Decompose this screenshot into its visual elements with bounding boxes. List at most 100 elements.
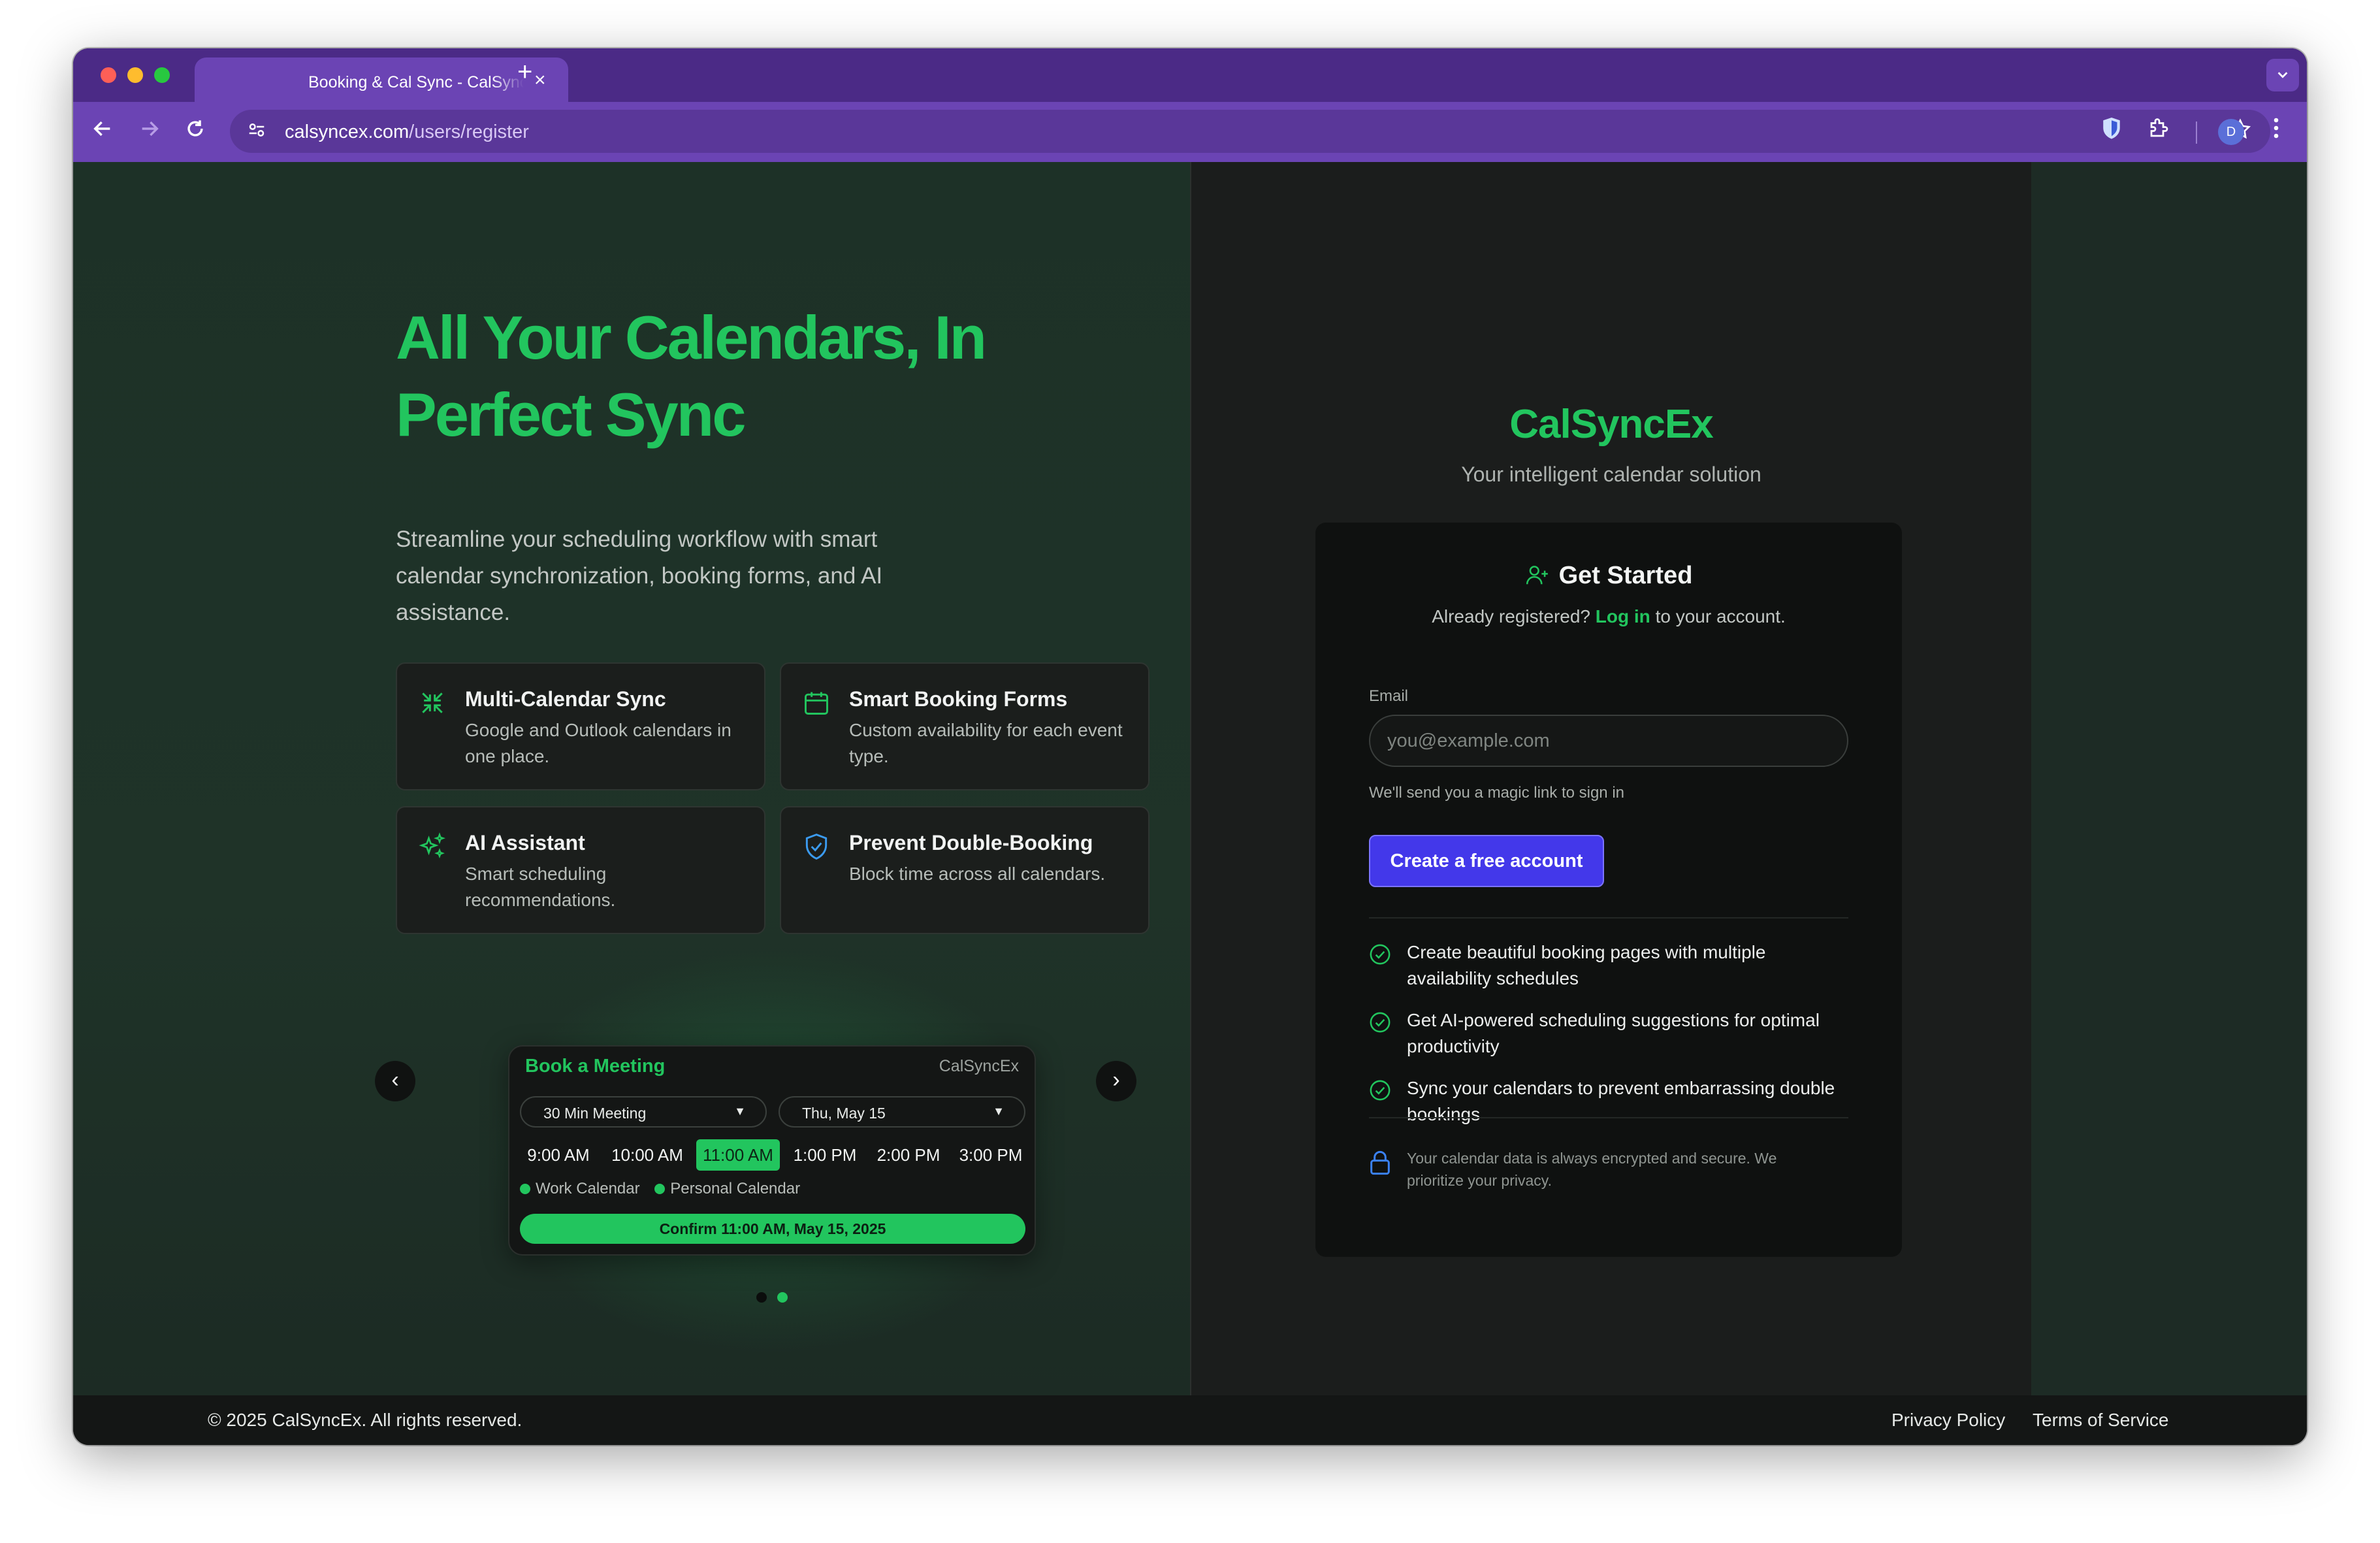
caret-down-icon: ▼ <box>993 1105 1005 1118</box>
feature-desc: Block time across all calendars. <box>849 864 1106 884</box>
time-slot[interactable]: 3:00 PM <box>952 1139 1029 1171</box>
close-window-button[interactable] <box>101 67 116 83</box>
check-circle-icon <box>1370 1080 1391 1101</box>
toolbar-divider <box>2196 122 2197 144</box>
tab-close-icon[interactable]: × <box>534 69 546 91</box>
legend-work-calendar: Work Calendar <box>536 1180 640 1197</box>
check-circle-icon <box>1370 944 1391 965</box>
feature-desc: Google and Outlook calendars in one plac… <box>465 720 732 766</box>
browser-tab[interactable]: Booking & Cal Sync - CalSyncEx × <box>195 57 568 102</box>
lock-icon <box>1370 1150 1390 1175</box>
terms-of-service-link[interactable]: Terms of Service <box>2033 1410 2169 1431</box>
legend-personal-calendar: Personal Calendar <box>670 1180 801 1197</box>
email-label: Email <box>1369 687 1409 705</box>
url-text: calsyncex.com/users/register <box>285 122 529 143</box>
feature-desc: Custom availability for each event type. <box>849 720 1123 766</box>
email-input[interactable] <box>1369 715 1848 767</box>
feature-title: Smart Booking Forms <box>849 687 1068 711</box>
hero-subtitle: Streamline your scheduling workflow with… <box>396 527 883 625</box>
time-slot-selected[interactable]: 11:00 AM <box>696 1139 780 1171</box>
carousel-next-button[interactable]: › <box>1096 1061 1136 1101</box>
carousel-dot-active[interactable] <box>777 1292 788 1303</box>
page-content: All Your Calendars, In Perfect Sync Stre… <box>73 162 2307 1445</box>
date-select[interactable]: Thu, May 15 ▼ <box>779 1096 1025 1128</box>
carousel-dot[interactable] <box>756 1292 767 1303</box>
maximize-window-button[interactable] <box>154 67 170 83</box>
widget-header: Book a Meeting CalSyncEx <box>509 1047 1035 1086</box>
check-circle-icon <box>1370 1012 1391 1033</box>
address-bar[interactable]: calsyncex.com/users/register <box>230 110 2270 153</box>
create-account-button[interactable]: Create a free account <box>1369 835 1604 887</box>
legend-dot <box>654 1184 666 1194</box>
reload-icon <box>187 120 203 137</box>
date-value: Thu, May 15 <box>802 1105 886 1122</box>
sparkles-icon <box>419 832 445 858</box>
carousel-prev-button[interactable]: ‹ <box>375 1061 415 1101</box>
chevron-down-icon <box>2277 72 2288 78</box>
more-menu-icon[interactable] <box>2272 116 2281 144</box>
meeting-type-select[interactable]: 30 Min Meeting ▼ <box>520 1096 767 1128</box>
booking-preview-widget: Book a Meeting CalSyncEx 30 Min Meeting … <box>508 1045 1036 1256</box>
time-slot[interactable]: 10:00 AM <box>603 1139 691 1171</box>
calendar-legend: Work Calendar Personal Calendar <box>520 1180 800 1198</box>
forward-button[interactable] <box>138 118 161 144</box>
legend-dot <box>520 1184 530 1194</box>
time-slot[interactable]: 9:00 AM <box>520 1139 597 1171</box>
feature-card-smart-booking-forms: Smart Booking Forms Custom availability … <box>780 662 1150 790</box>
user-plus-icon <box>1526 566 1548 585</box>
get-started-heading: Get Started <box>1558 562 1693 589</box>
caret-down-icon: ▼ <box>734 1105 746 1118</box>
meeting-type-value: 30 Min Meeting <box>543 1105 647 1122</box>
register-section: CalSyncEx Your intelligent calendar solu… <box>1191 162 2031 1395</box>
email-help-text: We'll send you a magic link to sign in <box>1369 784 1624 802</box>
copyright-text: © 2025 CalSyncEx. All rights reserved. <box>208 1410 523 1430</box>
card-divider <box>1369 1117 1848 1118</box>
calendar-icon <box>805 692 828 715</box>
feature-title: Multi-Calendar Sync <box>465 687 666 711</box>
login-prompt-suffix: to your account. <box>1655 606 1786 626</box>
new-tab-button[interactable]: + <box>517 59 532 85</box>
site-settings-icon[interactable] <box>247 120 266 144</box>
browser-toolbar: calsyncex.com/users/register D <box>73 102 2307 162</box>
tab-search-button[interactable] <box>2266 59 2299 91</box>
feature-card-multi-calendar-sync: Multi-Calendar Sync Google and Outlook c… <box>396 662 765 790</box>
minimize-window-button[interactable] <box>127 67 143 83</box>
browser-window: Booking & Cal Sync - CalSyncEx × + calsy… <box>73 48 2307 1445</box>
extensions-puzzle-icon[interactable] <box>2147 116 2171 144</box>
brand-logo-text: CalSyncEx <box>1509 402 1714 447</box>
arrow-left-icon <box>93 121 110 137</box>
security-note-text: Your calendar data is always encrypted a… <box>1407 1150 1777 1189</box>
privacy-policy-link[interactable]: Privacy Policy <box>1891 1410 2005 1431</box>
collapse-arrows-icon <box>422 692 443 713</box>
back-button[interactable] <box>91 118 114 144</box>
login-link[interactable]: Log in <box>1596 606 1650 626</box>
login-prompt: Already registered? Log in to your accou… <box>1315 606 1902 627</box>
profile-avatar[interactable]: D <box>2218 119 2244 145</box>
feature-title: Prevent Double-Booking <box>849 831 1093 854</box>
url-domain: calsyncex.com <box>285 122 410 142</box>
hero-title: All Your Calendars, In Perfect Sync <box>396 303 987 449</box>
feature-card-prevent-double-booking: Prevent Double-Booking Block time across… <box>780 806 1150 934</box>
arrow-right-icon <box>142 121 159 137</box>
time-slot[interactable]: 1:00 PM <box>786 1139 863 1171</box>
login-prompt-prefix: Already registered? <box>1432 606 1591 626</box>
feature-title: AI Assistant <box>465 831 585 854</box>
reload-button[interactable] <box>184 118 206 144</box>
feature-card-ai-assistant: AI Assistant Smart scheduling recommenda… <box>396 806 765 934</box>
confirm-booking-button[interactable]: Confirm 11:00 AM, May 15, 2025 <box>520 1214 1025 1244</box>
bitwarden-shield-icon[interactable] <box>2100 116 2123 145</box>
shield-check-icon <box>805 834 828 860</box>
widget-brand: CalSyncEx <box>939 1057 1019 1075</box>
hero-section: All Your Calendars, In Perfect Sync Stre… <box>73 162 1190 1395</box>
benefit-text: Sync your calendars to prevent embarrass… <box>1407 1078 1835 1124</box>
time-slot[interactable]: 2:00 PM <box>870 1139 947 1171</box>
register-card-title: Get Started <box>1315 562 1902 590</box>
tab-bar: Booking & Cal Sync - CalSyncEx × + <box>73 48 2307 102</box>
benefit-text: Create beautiful booking pages with mult… <box>1407 942 1766 988</box>
card-divider <box>1369 917 1848 918</box>
page-footer: © 2025 CalSyncEx. All rights reserved. P… <box>73 1395 2307 1445</box>
tab-title: Booking & Cal Sync - CalSyncEx <box>308 73 524 91</box>
widget-title: Book a Meeting <box>525 1056 666 1077</box>
brand-tagline: Your intelligent calendar solution <box>1461 463 1761 486</box>
feature-desc: Smart scheduling recommendations. <box>465 864 616 910</box>
